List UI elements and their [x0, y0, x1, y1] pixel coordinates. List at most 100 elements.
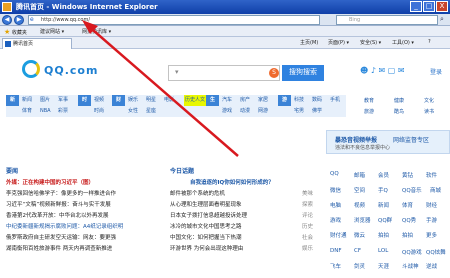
game-link[interactable]: QQ游戏 [402, 248, 422, 256]
nav-link[interactable]: 网游 [258, 106, 268, 117]
nav-link[interactable]: 体育 [22, 106, 32, 117]
game-link[interactable]: 飞车 [330, 262, 341, 270]
home-command[interactable]: 主页(M) [300, 39, 318, 46]
nav-link[interactable]: 女性 [128, 106, 138, 117]
report-banner[interactable]: 暴恐音视频举报 网络监督专区 违法和不良信息举报中心 [326, 130, 450, 154]
service-link[interactable]: 财经 [426, 201, 437, 209]
search-dropdown-icon[interactable]: ▾ [175, 68, 183, 76]
favorites-button[interactable]: ★ 收藏夹 [4, 28, 27, 36]
service-link[interactable]: 游戏 [330, 216, 341, 224]
game-link[interactable]: 剑灵 [354, 262, 365, 270]
game-link[interactable]: DNF [330, 248, 342, 254]
service-link[interactable]: 体育 [402, 201, 413, 209]
topic-item[interactable]: 从心理和生理层面看明星现象 [170, 200, 242, 208]
service-link[interactable]: 软件 [426, 171, 437, 179]
nav-link[interactable]: 汽车 [222, 95, 232, 106]
nav-link[interactable]: 房产 [240, 95, 250, 106]
nav-link[interactable]: 数码 [312, 95, 322, 106]
nav-link[interactable]: 动漫 [240, 106, 250, 117]
nav-link[interactable]: 新闻 [22, 95, 32, 106]
game-link[interactable]: 逆战 [426, 262, 437, 270]
safety-menu[interactable]: 安全(S) ▾ [360, 39, 381, 46]
toolbar-search-input[interactable]: Bing [336, 15, 438, 25]
nav-link[interactable]: 彩票 [58, 106, 68, 117]
news-item[interactable]: 李克强回信哈佛学子：像更多的一样推进合作 [6, 189, 116, 197]
news-item[interactable]: 俄罗斯政府自主研发空天运输：网友：要更强 [6, 233, 116, 241]
service-link[interactable]: 浏览器 [354, 216, 371, 224]
back-button[interactable]: ◀ [2, 15, 12, 25]
nav-link[interactable]: 旅游 [364, 108, 374, 115]
service-link[interactable]: 更多 [426, 231, 437, 239]
service-link[interactable]: 微云 [354, 231, 365, 239]
nav-link[interactable]: 星座 [146, 106, 156, 117]
game-link[interactable]: CF [354, 248, 361, 254]
service-link[interactable]: 拍拍 [378, 231, 389, 239]
nav-link[interactable]: 娱乐 [128, 95, 138, 106]
nav-link-highlight[interactable]: 历史人文 [184, 95, 207, 106]
service-link[interactable]: 手游 [426, 216, 437, 224]
topic-headline[interactable]: 自我追逐的IQ你如何如何形成的？ [190, 178, 274, 186]
service-link[interactable]: 商城 [430, 186, 441, 194]
topic-item[interactable]: 冰冷的城市文化中国思考之路 [170, 222, 242, 230]
service-link[interactable]: 黄钻 [402, 171, 413, 179]
service-link[interactable]: 电脑 [330, 201, 341, 209]
close-button[interactable]: X [436, 1, 448, 12]
address-input[interactable]: http://www.qq.com/ [28, 15, 320, 25]
nav-link[interactable]: 酷鸟 [394, 108, 404, 115]
topic-tag[interactable]: 社会 [302, 233, 313, 241]
topic-tag[interactable]: 历史 [302, 222, 313, 230]
game-link[interactable]: 天涯 [378, 262, 389, 270]
service-link[interactable]: 空间 [354, 186, 365, 194]
maximize-button[interactable]: □ [423, 1, 435, 12]
news-headline[interactable]: 外媒：正在构建中国的习近平（图） [6, 178, 94, 186]
service-link[interactable]: 拍拍 [402, 231, 413, 239]
service-link[interactable]: 视频 [354, 201, 365, 209]
service-link[interactable]: QQ音乐 [402, 186, 422, 194]
service-link[interactable]: QQ群 [378, 216, 392, 224]
login-link[interactable]: 登录 [430, 67, 442, 76]
nav-link[interactable]: 文化 [424, 97, 434, 104]
nav-link[interactable]: 图片 [40, 95, 50, 106]
nav-link[interactable]: 时尚 [94, 106, 104, 117]
service-link[interactable]: 微信 [330, 186, 341, 194]
sogou-search-button[interactable]: 搜狗搜索 [282, 65, 324, 81]
game-link[interactable]: QQ炫舞 [426, 248, 446, 256]
nav-link[interactable]: 电影 [164, 95, 174, 106]
topic-tag[interactable]: 娱乐 [302, 244, 313, 252]
user-icons[interactable]: ☻ ♪ ✉ ▢ ✉ [360, 66, 405, 75]
topic-item[interactable]: 邮件被那个系统的危机 [170, 189, 225, 197]
nav-link[interactable]: 宅男 [294, 106, 304, 117]
service-link[interactable]: 会员 [378, 171, 389, 179]
news-item[interactable]: 香港第2代改革开放：中华台北以外再发展 [6, 211, 109, 219]
topic-tag[interactable]: 美味 [302, 189, 313, 197]
news-item[interactable]: 习近平“文稿”视频新鲜报：奋斗与实干发展 [6, 200, 111, 208]
nav-link[interactable]: 读书 [424, 108, 434, 115]
nav-link[interactable]: 健康 [394, 97, 404, 104]
search-icon[interactable]: ⌕ [440, 16, 448, 24]
service-link[interactable]: QQ [330, 171, 339, 177]
topic-item[interactable]: 环游世界 为何会出现这种理由 [170, 244, 243, 252]
nav-link[interactable]: 佛学 [312, 106, 322, 117]
service-link[interactable]: QQ秀 [402, 216, 416, 224]
nav-link[interactable]: 视频 [94, 95, 104, 106]
suggested-sites-link[interactable]: 建议网站 ▾ [40, 28, 64, 35]
tools-menu[interactable]: 工具(O) ▾ [392, 39, 414, 46]
game-link[interactable]: 斗战神 [402, 262, 419, 270]
service-link[interactable]: 新闻 [378, 201, 389, 209]
topic-item[interactable]: 中国文化：如何把握当下热潮 [170, 233, 242, 241]
nav-link[interactable]: 军事 [58, 95, 68, 106]
topic-tag[interactable]: 探索 [302, 200, 313, 208]
game-link[interactable]: LOL [378, 248, 388, 254]
service-link[interactable]: 财付通 [330, 231, 347, 239]
nav-link[interactable]: 教育 [364, 97, 374, 104]
topic-tag[interactable]: 评论 [302, 211, 313, 219]
nav-link[interactable]: 游戏 [222, 106, 232, 117]
qq-logo[interactable]: QQ.com [22, 58, 97, 80]
service-link[interactable]: 手Q [378, 186, 388, 194]
nav-link[interactable]: 家居 [258, 95, 268, 106]
nav-link[interactable]: 科技 [294, 95, 304, 106]
site-search-input[interactable] [168, 65, 280, 81]
tab-qq-home[interactable]: 腾讯首页 [2, 38, 72, 49]
web-slice-gallery-link[interactable]: 网页快讯库 ▾ [82, 28, 111, 35]
forward-button[interactable]: ▶ [14, 15, 24, 25]
